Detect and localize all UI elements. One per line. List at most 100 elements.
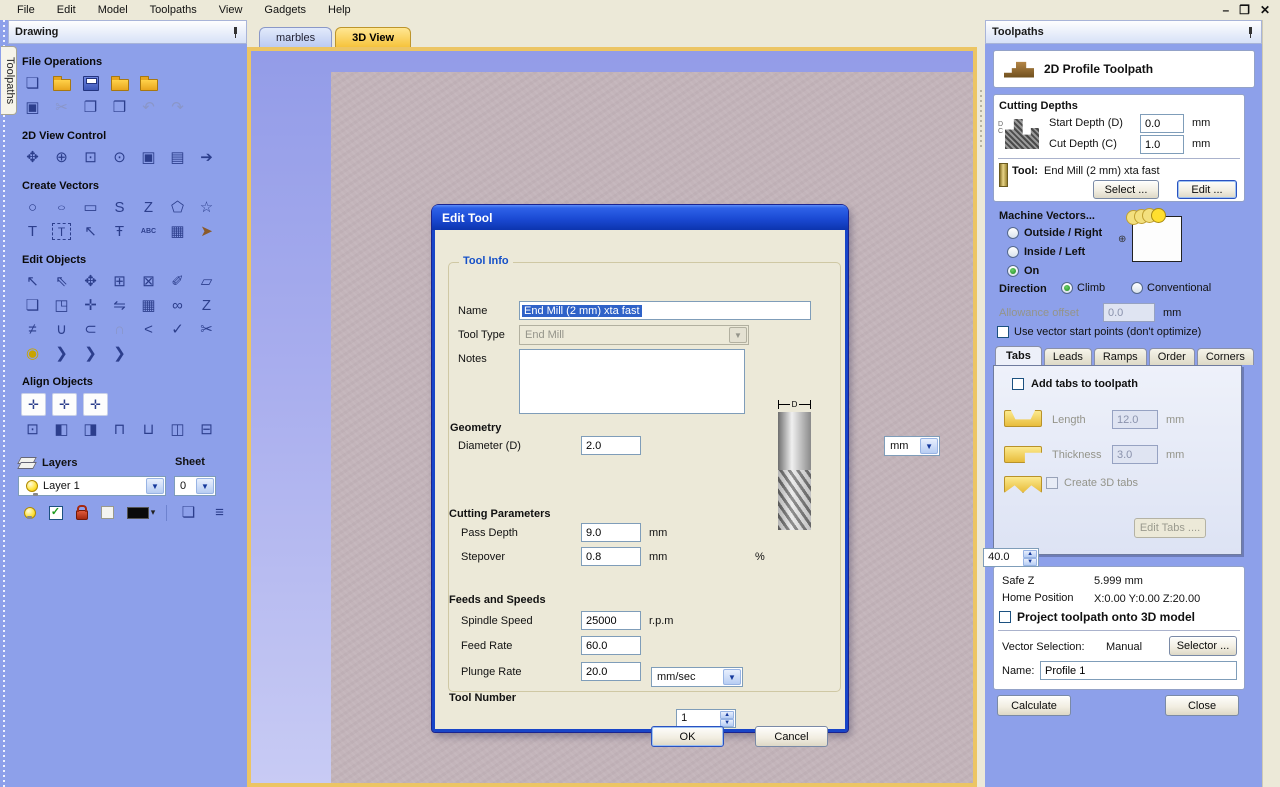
fit-curves-icon[interactable]: ❯ <box>50 343 73 364</box>
array-copy-icon[interactable]: ▦ <box>137 295 160 316</box>
close-icon[interactable]: ✕ <box>1260 3 1270 17</box>
tool-number-spinner[interactable]: 1 ▲▼ <box>676 709 736 728</box>
tab-3d-view[interactable]: 3D View <box>335 27 411 47</box>
draw-curve-icon[interactable]: S <box>108 197 131 218</box>
menu-toolpaths[interactable]: Toolpaths <box>139 1 208 19</box>
diameter-input[interactable] <box>581 436 641 455</box>
align-bottom-icon[interactable]: ⊔ <box>137 419 160 440</box>
edit-tool-button[interactable]: Edit ... <box>1177 180 1237 199</box>
radio-icon[interactable] <box>1131 282 1143 294</box>
subtract-icon[interactable]: ⊂ <box>79 319 102 340</box>
align-right-icon[interactable]: ◨ <box>79 419 102 440</box>
zoom-extents-icon[interactable]: ⊙ <box>108 147 131 168</box>
move-selection-icon[interactable]: ✥ <box>79 271 102 292</box>
cut-icon[interactable]: ✂ <box>50 97 73 118</box>
tab-leads[interactable]: Leads <box>1044 348 1092 365</box>
switch-view-icon[interactable]: ➔ <box>195 147 218 168</box>
radio-inside-left[interactable]: Inside / Left <box>1007 246 1085 258</box>
restore-icon[interactable]: ❐ <box>1239 3 1250 17</box>
intersect-icon[interactable]: ∩ <box>108 319 131 340</box>
draw-polyline-icon[interactable]: Z <box>137 197 160 218</box>
vector-paint-icon[interactable]: ➤ <box>195 221 218 242</box>
chevron-down-icon[interactable]: ▼ <box>146 478 164 494</box>
align-left-icon[interactable]: ◧ <box>50 419 73 440</box>
cancel-button[interactable]: Cancel <box>755 726 828 747</box>
feed-rate-input[interactable] <box>581 636 641 655</box>
select-all-icon[interactable]: ▣ <box>21 97 44 118</box>
align-center-h-icon[interactable]: ◫ <box>166 419 189 440</box>
tab-order[interactable]: Order <box>1149 348 1195 365</box>
checkbox-icon[interactable] <box>1012 378 1024 390</box>
layer-visibility-bulb-icon[interactable] <box>18 502 41 523</box>
start-depth-input[interactable] <box>1140 114 1184 133</box>
close-button[interactable]: Close <box>1165 695 1239 716</box>
chevron-down-icon[interactable]: ▼ <box>920 438 938 454</box>
radio-icon[interactable] <box>1007 246 1019 258</box>
align-center-v-icon[interactable]: ⊟ <box>195 419 218 440</box>
draw-rectangle-icon[interactable]: ▭ <box>79 197 102 218</box>
fit-arc-icon[interactable]: < <box>137 319 160 340</box>
zigzag-icon[interactable]: Z <box>195 295 218 316</box>
position-icon[interactable]: ✛ <box>79 295 102 316</box>
ok-button[interactable]: OK <box>651 726 724 747</box>
rate-unit-select[interactable]: mm/sec ▼ <box>651 667 743 687</box>
select-tool-button[interactable]: Select ... <box>1093 180 1159 199</box>
layer-blank-swatch-icon[interactable] <box>96 502 119 523</box>
join-vectors-icon[interactable]: ∞ <box>166 295 189 316</box>
radio-selected-icon[interactable] <box>1061 282 1073 294</box>
ungroup-icon[interactable]: ⊠ <box>137 271 160 292</box>
use-start-points-checkbox[interactable]: Use vector start points (don't optimize) <box>997 326 1201 338</box>
new-file-icon[interactable]: ❏ <box>21 73 44 94</box>
measure-icon[interactable]: ✐ <box>166 271 189 292</box>
dialog-title-bar[interactable]: Edit Tool <box>432 205 848 230</box>
radio-climb[interactable]: Climb <box>1061 282 1105 294</box>
fit-beziers-icon[interactable]: ❯ <box>108 343 131 364</box>
notes-textarea[interactable] <box>519 349 745 414</box>
layer-lock-icon[interactable] <box>70 502 93 523</box>
tab-ramps[interactable]: Ramps <box>1094 348 1147 365</box>
toolpaths-vertical-tab[interactable]: Toolpaths <box>1 46 17 115</box>
align-inside-icon[interactable]: ⊡ <box>21 419 44 440</box>
node-edit-icon[interactable]: ⇖ <box>50 271 73 292</box>
block-array-icon[interactable]: ▦ <box>166 221 189 242</box>
project-toolpath-checkbox[interactable]: Project toolpath onto 3D model <box>999 610 1195 624</box>
tile-windows-icon[interactable]: ▤ <box>166 147 189 168</box>
minimize-icon[interactable]: – <box>1222 3 1229 17</box>
menu-gadgets[interactable]: Gadgets <box>253 1 317 19</box>
stepover-percent-spinner[interactable]: 40.0 ▲▼ <box>983 548 1039 567</box>
merge-layers-icon[interactable]: ≡ <box>208 502 231 523</box>
radio-outside-right[interactable]: Outside / Right <box>1007 227 1102 239</box>
pan-icon[interactable]: ✥ <box>21 147 44 168</box>
radio-icon[interactable] <box>1007 227 1019 239</box>
tab-corners[interactable]: Corners <box>1197 348 1254 365</box>
center-vertical-icon[interactable]: ✛ <box>83 393 108 416</box>
export-vectors-icon[interactable] <box>137 73 160 94</box>
menu-help[interactable]: Help <box>317 1 362 19</box>
zoom-interactive-icon[interactable]: ⊕ <box>50 147 73 168</box>
spin-down-icon[interactable]: ▼ <box>1023 558 1037 566</box>
select-tool-icon[interactable]: ↖ <box>21 271 44 292</box>
radio-selected-icon[interactable] <box>1007 265 1019 277</box>
checkbox-icon[interactable] <box>999 611 1011 623</box>
pin-icon[interactable] <box>231 27 240 38</box>
save-icon[interactable] <box>79 73 102 94</box>
text-box-icon[interactable]: T <box>52 223 71 240</box>
copy-icon[interactable]: ❐ <box>79 97 102 118</box>
diameter-unit-select[interactable]: mm ▼ <box>884 436 940 456</box>
pass-depth-input[interactable] <box>581 523 641 542</box>
sheet-select[interactable]: 0 ▼ <box>174 476 216 496</box>
selector-button[interactable]: Selector ... <box>1169 636 1237 656</box>
import-vectors-icon[interactable] <box>108 73 131 94</box>
tool-name-input[interactable]: End Mill (2 mm) xta fast <box>519 301 811 320</box>
radio-on[interactable]: On <box>1007 265 1039 277</box>
tab-marbles[interactable]: marbles <box>259 27 332 47</box>
zoom-box-icon[interactable]: ⊡ <box>79 147 102 168</box>
checkbox-icon[interactable] <box>997 326 1009 338</box>
draw-text-icon[interactable]: T <box>21 221 44 242</box>
pin-icon[interactable] <box>1246 27 1255 38</box>
center-horizontal-icon[interactable]: ✛ <box>52 393 77 416</box>
open-file-icon[interactable] <box>50 73 73 94</box>
offset-icon[interactable]: ❏ <box>21 295 44 316</box>
mirror-icon[interactable]: ⇋ <box>108 295 131 316</box>
paste-icon[interactable]: ❒ <box>108 97 131 118</box>
